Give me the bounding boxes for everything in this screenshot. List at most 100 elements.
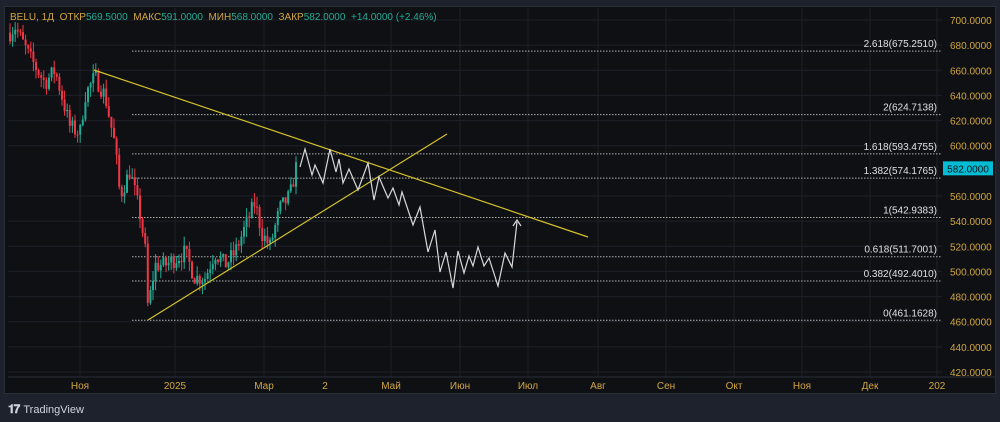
candle-body — [292, 184, 295, 187]
candle-body — [271, 237, 274, 240]
tradingview-logo-icon[interactable]: 𝟏𝟕 — [8, 402, 20, 417]
close-label: ЗАКР — [278, 12, 304, 23]
candle-body — [289, 184, 292, 192]
time-axis-label: Сен — [657, 381, 675, 392]
candle-body — [263, 235, 266, 241]
candle-body — [58, 76, 61, 91]
candle-body — [27, 45, 30, 49]
candle-body — [217, 259, 219, 263]
candle-body — [136, 185, 139, 196]
candle-body — [9, 32, 11, 42]
candle-body — [118, 154, 121, 187]
candle-body — [274, 225, 277, 238]
candle-body — [282, 197, 284, 202]
price-axis-label: 500.0000 — [950, 267, 992, 278]
price-axis-label: 440.0000 — [950, 343, 992, 354]
open-value: 569.5000 — [85, 12, 128, 23]
candle-body — [19, 31, 22, 33]
brand-label[interactable]: TradingView — [23, 404, 84, 416]
candle-body — [152, 281, 154, 291]
candle-body — [149, 290, 152, 303]
symbol-label[interactable]: BELU, 1Д — [10, 12, 54, 23]
price-axis-label: 620.0000 — [950, 117, 992, 128]
candle-body — [139, 195, 141, 220]
candle-body — [219, 257, 222, 263]
fib-level-label: 0.618(511.7001) — [864, 245, 937, 256]
price-axis-label: 700.0000 — [950, 16, 992, 27]
candle-body — [154, 262, 157, 282]
candle-body — [209, 269, 212, 273]
last-price-label: 582.0000 — [947, 164, 989, 175]
time-axis-label: 2025 — [164, 381, 187, 392]
candle-body — [97, 70, 100, 92]
candle-body — [74, 120, 76, 135]
candle-body — [105, 88, 108, 107]
candle-body — [253, 201, 256, 207]
symbol-legend: BELU, 1Д ОТКР569.5000 МАКС591.0000 МИН56… — [10, 12, 437, 23]
candle-body — [92, 73, 95, 84]
candle-body — [165, 257, 167, 266]
candle-body — [79, 124, 82, 135]
candle-body — [29, 48, 32, 52]
candle-body — [107, 106, 110, 117]
candle-body — [214, 259, 217, 265]
candle-body — [211, 264, 214, 270]
candle-body — [237, 244, 240, 246]
fib-level-label: 0.382(492.4010) — [864, 269, 937, 280]
candle-body — [87, 87, 89, 103]
candle-body — [204, 279, 206, 283]
trendline-lower — [147, 133, 448, 321]
candle-body — [261, 228, 264, 241]
time-axis-label: 2 — [322, 381, 328, 392]
candle-body — [222, 254, 225, 258]
price-axis-label: 480.0000 — [950, 293, 992, 304]
candle-body — [276, 211, 279, 226]
candle-body — [227, 262, 230, 268]
close-value: 582.0000 — [303, 12, 346, 23]
candle-body — [102, 88, 105, 97]
fib-level-label: 0(461.1628) — [883, 308, 937, 319]
candle-body — [188, 249, 191, 262]
price-axis-label: 420.0000 — [950, 368, 992, 379]
candle-body — [162, 257, 165, 266]
candle-body — [201, 282, 204, 285]
candle-body — [183, 245, 186, 263]
open-label: ОТКР — [59, 12, 86, 23]
price-axis-label: 540.0000 — [950, 217, 992, 228]
candle-body — [287, 191, 290, 204]
candle-body — [295, 162, 297, 187]
candle-body — [45, 79, 48, 89]
candle-body — [14, 29, 17, 35]
candle-body — [63, 99, 66, 112]
candle-body — [243, 227, 245, 237]
candle-body — [123, 192, 126, 197]
candle-body — [198, 275, 201, 285]
price-axis-label: 600.0000 — [950, 142, 992, 153]
candle-body — [284, 197, 287, 204]
price-axis-label: 460.0000 — [950, 318, 992, 329]
candle-body — [248, 216, 251, 218]
fib-level-label: 1.618(593.4755) — [864, 142, 937, 153]
candle-body — [110, 116, 113, 128]
candle-body — [61, 90, 63, 100]
fib-level-label: 1(542.9383) — [883, 205, 937, 216]
price-axis-label: 660.0000 — [950, 66, 992, 77]
chart-canvas[interactable]: Ноя 2025 Мар 2 Май Июн Июл Авг Сен Окт Ноя Дек 202 70… — [0, 0, 1000, 422]
candle-body — [245, 216, 248, 228]
candle-body — [185, 245, 188, 250]
time-axis-label: Июл — [518, 381, 538, 392]
fib-level-label: 2(624.7138) — [883, 103, 937, 114]
candle-body — [172, 256, 175, 268]
candle-body — [71, 120, 74, 126]
candle-body — [170, 256, 173, 263]
price-axis-label: 560.0000 — [950, 192, 992, 203]
candle-body — [269, 239, 271, 244]
candle-body — [37, 70, 40, 76]
candle-body — [196, 275, 199, 284]
candle-body — [76, 134, 79, 136]
candle-body — [178, 260, 180, 264]
candle-body — [230, 250, 232, 263]
candle-body — [50, 67, 53, 78]
time-axis-label: Ноя — [793, 381, 811, 392]
time-axis-label: Май — [381, 381, 401, 392]
